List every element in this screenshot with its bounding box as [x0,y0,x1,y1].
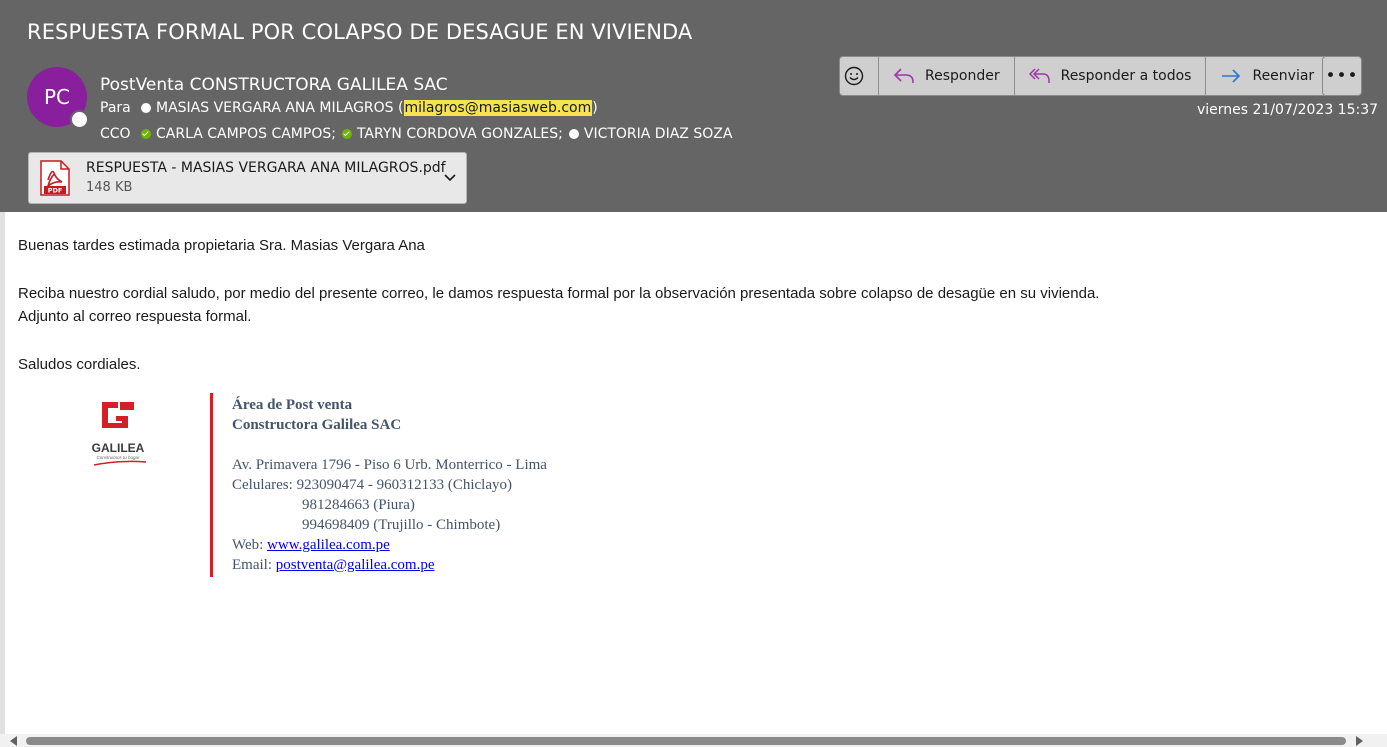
signature-email-label: Email: [232,557,272,573]
more-icon: ••• [1325,66,1359,86]
horizontal-scrollbar[interactable] [0,734,1387,747]
body-paragraph: Reciba nuestro cordial saludo, por medio… [18,284,1100,302]
scrollbar-thumb[interactable] [26,737,1346,745]
cc-row: CCO CARLA CAMPOS CAMPOS; TARYN CORDOVA G… [100,126,732,142]
reply-label: Responder [925,68,1000,84]
svg-text:GALILEA: GALILEA [92,441,145,455]
recipient-to[interactable]: MASIAS VERGARA ANA MILAGROS (milagros@ma… [156,100,598,116]
attachment-card[interactable]: PDF RESPUESTA - MASIAS VERGARA ANA MILAG… [28,152,467,204]
presence-unknown-icon [568,129,579,139]
reaction-button[interactable] [840,57,878,95]
presence-available-icon [141,129,151,139]
recipient-to-name: MASIAS VERGARA ANA MILAGROS [156,100,394,116]
chevron-down-icon[interactable] [443,170,457,184]
signature-phone: 994698409 (Trujillo - Chimbote) [302,517,501,533]
galilea-logo: GALILEA Construimos tu hogar [92,402,147,466]
presence-unknown-icon [141,103,151,113]
pdf-icon: PDF [40,160,70,196]
message-actions-toolbar: Responder Responder a todos Reenviar [839,56,1330,96]
reading-pane-border [0,212,5,747]
message-body: Buenas tardes estimada propietaria Sra. … [18,234,1099,376]
attachment-size: 148 KB [86,180,133,195]
reply-all-icon [1028,68,1050,83]
sender-name[interactable]: PostVenta CONSTRUCTORA GALILEA SAC [100,75,448,95]
reply-button[interactable]: Responder [878,57,1014,95]
signature-address: Av. Primavera 1796 - Piso 6 Urb. Monterr… [232,457,547,473]
signature-divider [210,393,213,577]
signature-phone: 981284663 (Piura) [302,497,415,513]
signature-area: Área de Post venta [232,397,353,413]
to-row: Para MASIAS VERGARA ANA MILAGROS (milagr… [100,100,598,116]
forward-button[interactable]: Reenviar [1205,57,1329,95]
more-actions-button[interactable]: ••• [1322,56,1362,96]
forward-label: Reenviar [1252,68,1315,84]
presence-available-icon [341,129,352,139]
signature-web-label: Web: [232,537,264,553]
to-label: Para [100,100,131,116]
body-paragraph: Adjunto al correo respuesta formal. [18,308,252,325]
signature-company: Constructora Galilea SAC [232,417,402,433]
message-subject: RESPUESTA FORMAL POR COLAPSO DE DESAGUE … [27,20,693,44]
scroll-right-icon[interactable] [1356,736,1363,746]
recipient-cc[interactable]: VICTORIA DIAZ SOZA [584,126,733,142]
reply-all-label: Responder a todos [1060,68,1192,84]
avatar-initials: PC [43,85,71,109]
signature-block: Área de Post venta Constructora Galilea … [232,395,547,575]
recipient-cc[interactable]: TARYN CORDOVA GONZALES; [357,126,563,142]
recipient-to-email: milagros@masiasweb.com [403,100,593,116]
svg-text:Construimos tu hogar: Construimos tu hogar [96,455,140,460]
recipient-cc[interactable]: CARLA CAMPOS CAMPOS; [156,126,336,142]
cc-label: CCO [100,126,131,142]
sent-date: viernes 21/07/2023 15:37 [1197,102,1379,118]
signature-phone: 923090474 - 960312133 (Chiclayo) [296,477,512,493]
body-greeting: Buenas tardes estimada propietaria Sra. … [18,237,425,254]
signature-phones-label: Celulares: [232,477,293,493]
forward-icon [1222,69,1241,83]
reply-icon [893,68,914,83]
presence-status-icon [70,110,89,129]
attachment-name: RESPUESTA - MASIAS VERGARA ANA MILAGROS.… [86,160,446,176]
svg-text:PDF: PDF [48,187,63,195]
body-closing: Saludos cordiales. [18,355,141,373]
signature-email-link[interactable]: postventa@galilea.com.pe [276,557,435,573]
reply-all-button[interactable]: Responder a todos [1013,57,1206,95]
signature-web-link[interactable]: www.galilea.com.pe [267,537,390,553]
scroll-left-icon[interactable] [10,736,17,746]
smiley-icon [844,66,864,86]
message-header: RESPUESTA FORMAL POR COLAPSO DE DESAGUE … [0,0,1387,212]
